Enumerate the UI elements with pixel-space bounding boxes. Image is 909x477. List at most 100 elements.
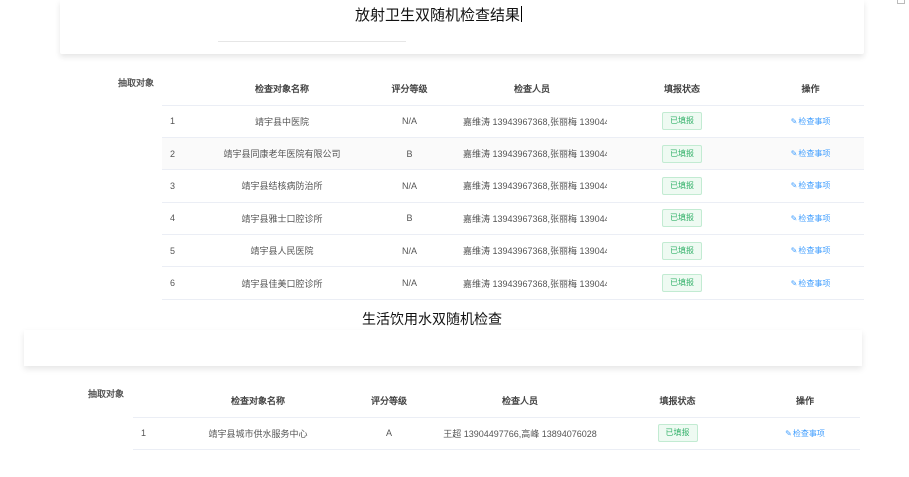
edit-icon: ✎	[790, 278, 798, 288]
column-header-grade: 评分等级	[362, 72, 457, 106]
row-name: 靖宇县城市供水服务中心	[173, 417, 343, 450]
column-header-name: 检查对象名称	[173, 384, 343, 418]
row-status-cell: 已填报	[607, 169, 757, 203]
inspect-items-link[interactable]: ✎检查事项	[791, 214, 831, 223]
section-1-table: 检查对象名称 评分等级 检查人员 填报状态 操作 1 靖宇县中医院 N/A 嘉维…	[162, 72, 864, 300]
status-badge: 已填报	[662, 176, 702, 195]
edit-icon: ✎	[785, 428, 792, 438]
row-inspectors: 嘉维涛 13943967368,张丽梅 1390449...	[457, 169, 607, 203]
row-index: 3	[162, 169, 202, 203]
corner-box	[897, 0, 905, 4]
status-badge: 已填报	[662, 112, 702, 131]
text-caret	[521, 6, 523, 22]
inspect-items-label: 检查事项	[798, 149, 831, 159]
row-inspectors: 嘉维涛 13943967368,张丽梅 1390449...	[457, 234, 607, 268]
table-row: 2 靖宇县同康老年医院有限公司 B 嘉维涛 13943967368,张丽梅 13…	[162, 137, 864, 171]
row-index: 6	[162, 266, 202, 300]
previous-card-divider	[218, 41, 406, 42]
inspect-items-link[interactable]: ✎检查事项	[791, 246, 831, 255]
row-grade: N/A	[362, 266, 457, 300]
column-header-status: 填报状态	[607, 72, 757, 106]
row-inspectors: 嘉维涛 13943967368,张丽梅 1390449...	[457, 105, 607, 138]
row-inspectors: 嘉维涛 13943967368,张丽梅 1390449...	[457, 266, 607, 300]
table-row: 3 靖宇县结核病防治所 N/A 嘉维涛 13943967368,张丽梅 1390…	[162, 169, 864, 203]
table-row: 6 靖宇县佳美口腔诊所 N/A 嘉维涛 13943967368,张丽梅 1390…	[162, 266, 864, 300]
column-header-action: 操作	[750, 384, 860, 418]
inspect-items-label: 检查事项	[798, 116, 831, 126]
column-header-index	[162, 72, 202, 106]
table-row: 1 靖宇县中医院 N/A 嘉维涛 13943967368,张丽梅 1390449…	[162, 105, 864, 138]
column-header-inspectors: 检查人员	[435, 384, 605, 418]
section-2-card-header	[24, 330, 862, 366]
row-name: 靖宇县人民医院	[202, 234, 362, 268]
table-header-row: 检查对象名称 评分等级 检查人员 填报状态 操作	[162, 72, 864, 106]
table-row: 5 靖宇县人民医院 N/A 嘉维涛 13943967368,张丽梅 139044…	[162, 234, 864, 268]
row-index: 1	[133, 417, 173, 450]
row-index: 4	[162, 202, 202, 236]
section-1-object-label: 抽取对象	[118, 78, 155, 88]
inspect-items-link[interactable]: ✎检查事项	[791, 279, 831, 288]
inspect-items-link[interactable]: ✎检查事项	[791, 117, 831, 126]
inspect-items-label: 检查事项	[798, 213, 831, 223]
row-grade: N/A	[362, 169, 457, 203]
column-header-action: 操作	[757, 72, 864, 106]
inspect-items-link[interactable]: ✎检查事项	[791, 181, 831, 190]
status-badge: 已填报	[662, 274, 702, 293]
row-name: 靖宇县同康老年医院有限公司	[202, 137, 362, 171]
edit-icon: ✎	[790, 246, 798, 256]
row-inspectors: 嘉维涛 13943967368,张丽梅 1390449...	[457, 202, 607, 236]
row-action-cell: ✎检查事项	[757, 105, 864, 138]
row-name: 靖宇县雅士口腔诊所	[202, 202, 362, 236]
document-title-text: 放射卫生双随机检查结果	[355, 7, 521, 24]
inspect-items-label: 检查事项	[798, 278, 831, 288]
row-grade: N/A	[362, 105, 457, 138]
status-badge: 已填报	[657, 424, 698, 443]
status-badge: 已填报	[662, 144, 702, 163]
edit-icon: ✎	[790, 181, 798, 191]
document-title[interactable]: 放射卫生双随机检查结果	[355, 4, 523, 25]
row-grade: B	[362, 202, 457, 236]
row-status-cell: 已填报	[607, 137, 757, 171]
table-row: 4 靖宇县雅士口腔诊所 B 嘉维涛 13943967368,张丽梅 139044…	[162, 202, 864, 236]
row-action-cell: ✎检查事项	[757, 202, 864, 236]
edit-icon: ✎	[790, 116, 798, 126]
column-header-inspectors: 检查人员	[457, 72, 607, 106]
row-grade: B	[362, 137, 457, 171]
row-status-cell: 已填报	[607, 266, 757, 300]
row-action-cell: ✎检查事项	[750, 417, 860, 450]
row-status-cell: 已填报	[607, 202, 757, 236]
status-badge: 已填报	[662, 241, 702, 260]
inspect-items-label: 检查事项	[798, 246, 831, 256]
row-name: 靖宇县结核病防治所	[202, 169, 362, 203]
row-action-cell: ✎检查事项	[757, 234, 864, 268]
column-header-index	[133, 384, 173, 418]
column-header-name: 检查对象名称	[202, 72, 362, 106]
table-header-row: 检查对象名称 评分等级 检查人员 填报状态 操作	[133, 384, 860, 418]
column-header-grade: 评分等级	[343, 384, 435, 418]
row-name: 靖宇县中医院	[202, 105, 362, 138]
section-2-object-label: 抽取对象	[88, 389, 125, 399]
row-index: 5	[162, 234, 202, 268]
row-inspectors: 王超 13904497766,高峰 13894076028	[435, 417, 605, 450]
inspect-items-label: 检查事项	[792, 428, 825, 438]
row-index: 2	[162, 137, 202, 171]
inspect-items-link[interactable]: ✎检查事项	[791, 149, 831, 158]
inspect-items-link[interactable]: ✎检查事项	[785, 429, 825, 438]
edit-icon: ✎	[790, 149, 798, 159]
row-grade: A	[343, 417, 435, 450]
row-inspectors: 嘉维涛 13943967368,张丽梅 1390449...	[457, 137, 607, 171]
row-action-cell: ✎检查事项	[757, 169, 864, 203]
row-status-cell: 已填报	[605, 417, 750, 450]
section-2-title: 生活饮用水双随机检查	[362, 311, 502, 327]
row-grade: N/A	[362, 234, 457, 268]
row-name: 靖宇县佳美口腔诊所	[202, 266, 362, 300]
row-index: 1	[162, 105, 202, 138]
edit-icon: ✎	[790, 213, 798, 223]
row-action-cell: ✎检查事项	[757, 137, 864, 171]
inspect-items-label: 检查事项	[798, 181, 831, 191]
section-2-table: 检查对象名称 评分等级 检查人员 填报状态 操作 1 靖宇县城市供水服务中心 A…	[133, 384, 860, 450]
row-status-cell: 已填报	[607, 234, 757, 268]
column-header-status: 填报状态	[605, 384, 750, 418]
row-status-cell: 已填报	[607, 105, 757, 138]
row-action-cell: ✎检查事项	[757, 266, 864, 300]
